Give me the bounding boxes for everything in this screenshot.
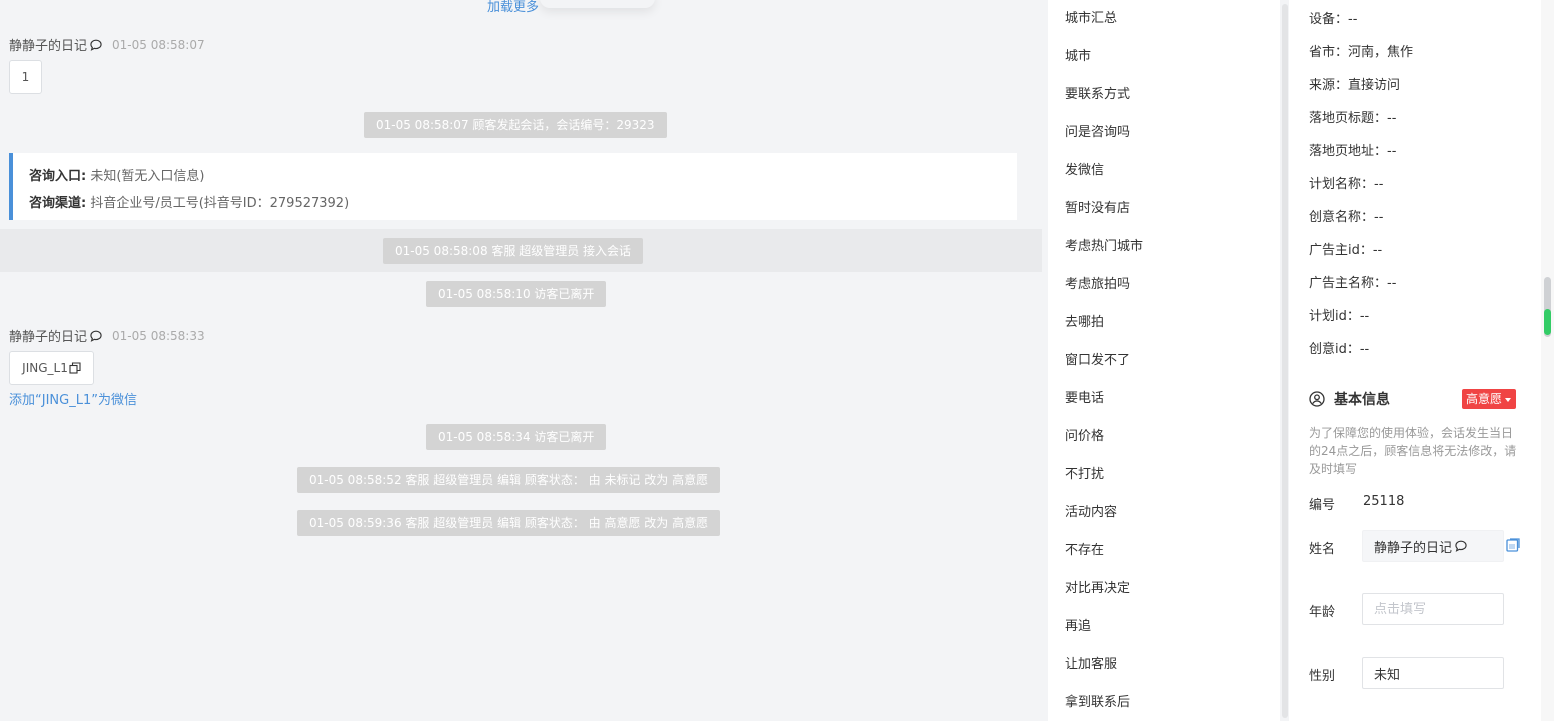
- quick-reply-item[interactable]: 再追: [1065, 615, 1091, 634]
- intent-status-dropdown[interactable]: 高意愿: [1462, 389, 1517, 409]
- quick-reply-item[interactable]: 城市: [1065, 45, 1091, 64]
- quick-reply-list: 城市汇总 城市 要联系方式 问是咨询吗 发微信 暂时没有店 考虑热门城市 考虑旅…: [1048, 0, 1280, 721]
- attribute-plan-name: 计划名称：--: [1309, 177, 1384, 192]
- quick-reply-item[interactable]: 让加客服: [1065, 653, 1117, 672]
- attribute-landing-title: 落地页标题：--: [1309, 111, 1397, 126]
- quick-reply-item[interactable]: 去哪拍: [1065, 311, 1104, 330]
- gender-select[interactable]: 未知: [1362, 657, 1504, 689]
- attribute-landing-url: 落地页地址：--: [1309, 144, 1397, 159]
- sender-name: 静静子的日记: [9, 330, 88, 345]
- quick-reply-scrollbar[interactable]: [1281, 0, 1289, 721]
- copy-icon[interactable]: [69, 362, 81, 374]
- gender-value: 未知: [1374, 667, 1401, 683]
- message-sender: 静静子的日记 01-05 08:58:07: [9, 35, 205, 55]
- system-message: 01-05 08:59:36 客服 超级管理员 编辑 顾客状态： 由 高意愿 改…: [297, 510, 721, 536]
- consult-info-card: 咨询入口: 未知(暂无入口信息) 咨询渠道: 抖音企业号/员工号(抖音号ID：2…: [9, 153, 1017, 220]
- message-time: 01-05 08:58:33: [112, 328, 205, 343]
- consult-entry-row: 咨询入口: 未知(暂无入口信息): [29, 163, 1017, 190]
- caret-down-icon: [1505, 397, 1512, 402]
- message-bubble: 1: [9, 60, 42, 94]
- quick-reply-item[interactable]: 活动内容: [1065, 501, 1117, 520]
- name-value: 静静子的日记: [1374, 540, 1453, 556]
- name-label: 姓名: [1309, 542, 1336, 557]
- consult-entry-value: 未知(暂无入口信息): [90, 169, 205, 184]
- scrollbar-thumb[interactable]: [1282, 4, 1288, 718]
- name-field[interactable]: 静静子的日记: [1362, 530, 1504, 562]
- edit-notice: 为了保障您的使用体验，会话发生当日的24点之后，顾客信息将无法修改，请及时填写: [1309, 426, 1517, 476]
- number-value: 25118: [1363, 494, 1405, 509]
- consult-channel-row: 咨询渠道: 抖音企业号/员工号(抖音号ID：279527392): [29, 190, 1017, 217]
- consult-channel-label: 咨询渠道:: [29, 196, 87, 211]
- attribute-creative-name: 创意名称：--: [1309, 210, 1384, 225]
- basic-info-title: 基本信息: [1334, 392, 1390, 408]
- message-time: 01-05 08:58:07: [112, 37, 205, 52]
- consult-channel-value: 抖音企业号/员工号(抖音号ID：279527392): [90, 196, 350, 211]
- message-sender: 静静子的日记 01-05 08:58:33: [9, 326, 205, 346]
- quick-reply-item[interactable]: 考虑热门城市: [1065, 235, 1143, 254]
- quick-reply-item[interactable]: 不打扰: [1065, 463, 1104, 482]
- quick-reply-item[interactable]: 问是咨询吗: [1065, 121, 1130, 140]
- system-message: 01-05 08:58:52 客服 超级管理员 编辑 顾客状态： 由 未标记 改…: [297, 467, 721, 493]
- quick-reply-item[interactable]: 要电话: [1065, 387, 1104, 406]
- user-circle-icon: [1309, 391, 1325, 407]
- quick-reply-item[interactable]: 考虑旅拍吗: [1065, 273, 1130, 292]
- number-label: 编号: [1309, 498, 1336, 513]
- quick-reply-item[interactable]: 不存在: [1065, 539, 1104, 558]
- quick-reply-item[interactable]: 窗口发不了: [1065, 349, 1130, 368]
- quick-reply-item[interactable]: 暂时没有店: [1065, 197, 1130, 216]
- chat-bubble-icon[interactable]: [89, 329, 103, 343]
- chat-bubble-icon: [1455, 540, 1467, 552]
- attribute-province-city: 省市：河南，焦作: [1309, 45, 1414, 60]
- quick-reply-item[interactable]: 对比再决定: [1065, 577, 1130, 596]
- chat-area: 加载更多 静静子的日记 01-05 08:58:07 1 01-05 08:58…: [0, 0, 1042, 721]
- age-input[interactable]: [1374, 601, 1492, 617]
- edit-icon[interactable]: [1506, 538, 1520, 552]
- gender-label: 性别: [1309, 669, 1336, 684]
- quick-reply-item[interactable]: 发微信: [1065, 159, 1104, 178]
- age-field[interactable]: [1362, 593, 1504, 625]
- load-more-shadow: [540, 0, 655, 8]
- system-message: 01-05 08:58:07 顾客发起会话，会话编号：29323: [364, 112, 667, 138]
- attribute-device: 设备：--: [1309, 12, 1358, 27]
- attribute-source: 来源：直接访问: [1309, 78, 1401, 93]
- attribute-advertiser-id: 广告主id：--: [1309, 243, 1383, 258]
- basic-info-header: 基本信息: [1309, 389, 1390, 409]
- panel-scrollbar[interactable]: [1541, 0, 1554, 721]
- chat-bubble-icon[interactable]: [89, 38, 103, 52]
- attribute-creative-id: 创意id：--: [1309, 342, 1370, 357]
- customer-info-panel: 设备：-- 省市：河南，焦作 来源：直接访问 落地页标题：-- 落地页地址：--…: [1289, 0, 1541, 721]
- message-text: 1: [21, 70, 30, 84]
- attribute-advertiser-name: 广告主名称：--: [1309, 276, 1397, 291]
- system-message: 01-05 08:58:34 访客已离开: [426, 424, 607, 450]
- system-message: 01-05 08:58:10 访客已离开: [426, 281, 607, 307]
- load-more-link[interactable]: 加载更多: [487, 0, 539, 15]
- quick-reply-item[interactable]: 问价格: [1065, 425, 1104, 444]
- message-bubble: JING_L1: [9, 351, 94, 385]
- quick-reply-item[interactable]: 要联系方式: [1065, 83, 1130, 102]
- add-wechat-link[interactable]: 添加“JING_L1”为微信: [9, 389, 137, 408]
- attribute-plan-id: 计划id：--: [1309, 309, 1370, 324]
- sender-name: 静静子的日记: [9, 39, 88, 54]
- scrollbar-thumb-accent: [1544, 309, 1551, 335]
- quick-reply-item[interactable]: 城市汇总: [1065, 7, 1117, 26]
- system-message: 01-05 08:58:08 客服 超级管理员 接入会话: [383, 238, 644, 264]
- intent-status-label: 高意愿: [1466, 392, 1503, 406]
- quick-reply-item[interactable]: 拿到联系后: [1065, 691, 1130, 710]
- consult-entry-label: 咨询入口:: [29, 169, 87, 184]
- age-label: 年龄: [1309, 605, 1336, 620]
- message-text: JING_L1: [22, 361, 68, 375]
